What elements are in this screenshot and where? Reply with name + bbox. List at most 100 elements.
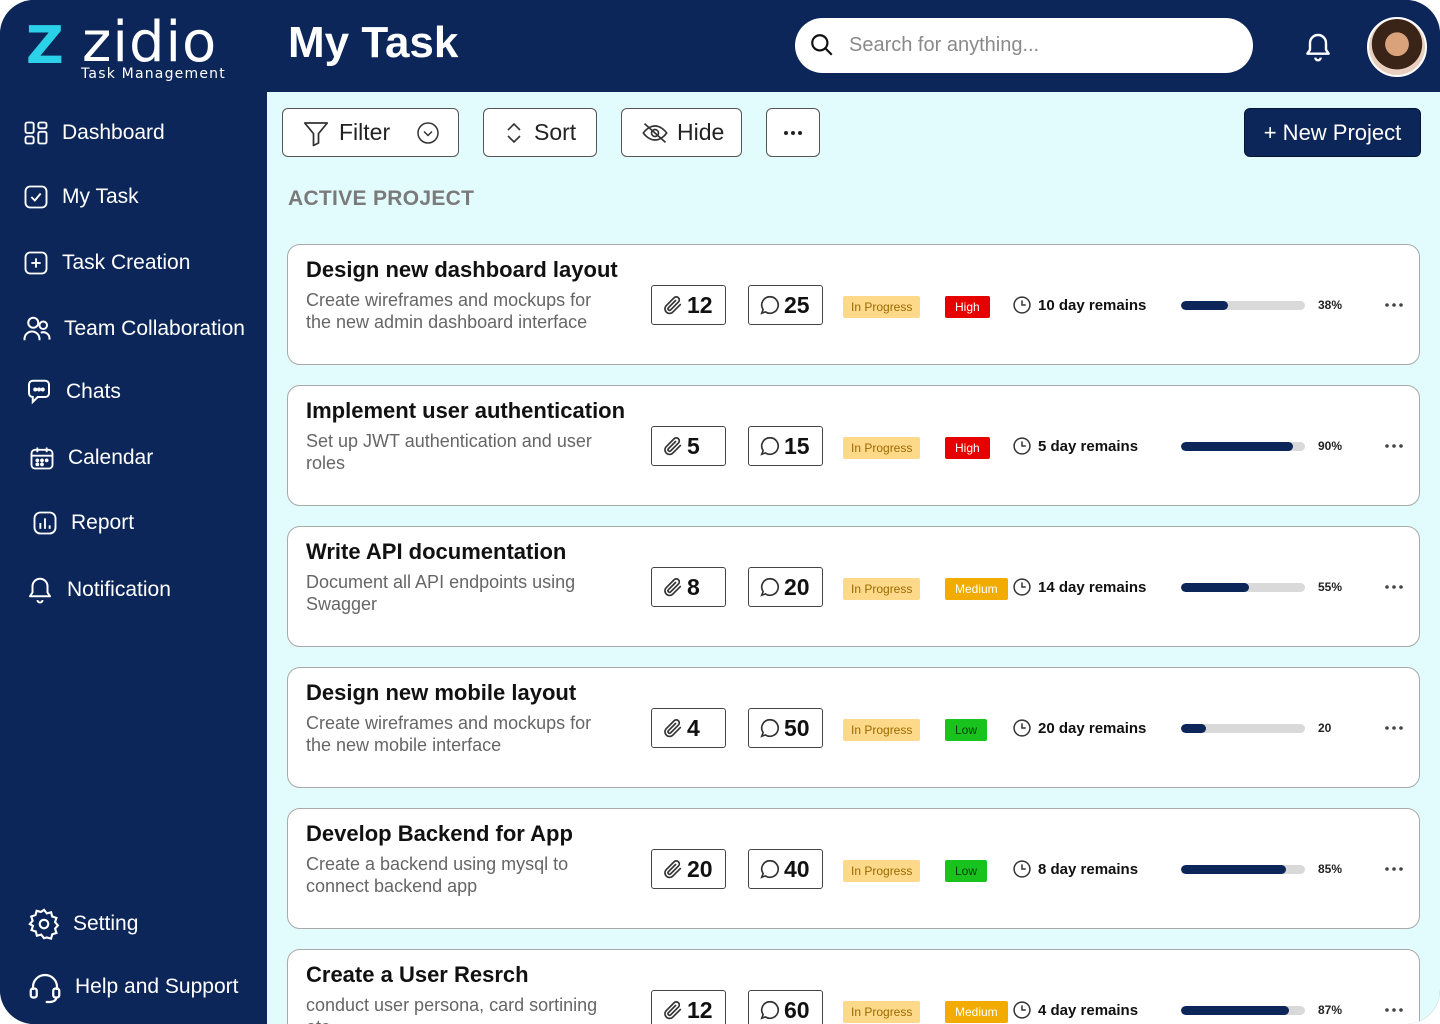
search-input[interactable] [849, 30, 1229, 60]
time-remaining: 8 day remains [1012, 859, 1138, 879]
progress-percent: 87% [1318, 1003, 1343, 1017]
sidebar-item-label: My Task [62, 185, 139, 208]
comment-icon [760, 577, 779, 597]
sidebar-item-report[interactable]: Report [31, 503, 134, 543]
status-badge: In Progress [843, 719, 921, 741]
comments-count[interactable]: 25 [748, 285, 823, 325]
comments-count[interactable]: 20 [748, 567, 823, 607]
progress-bar [1181, 301, 1305, 310]
time-remaining-label: 8 day remains [1038, 860, 1139, 878]
sidebar-item-dashboard[interactable]: Dashboard [22, 113, 165, 153]
calendar-icon [30, 447, 54, 470]
sidebar-item-setting[interactable]: Setting [27, 904, 138, 944]
filter-button[interactable]: Filter [282, 108, 459, 157]
new-project-button[interactable]: + New Project [1244, 108, 1421, 157]
progress-percent: 90% [1318, 439, 1343, 453]
more-horizontal-icon[interactable] [1382, 716, 1406, 740]
paperclip-icon [664, 578, 682, 597]
project-card[interactable]: Create a User Resrch conduct user persona… [287, 949, 1420, 1024]
project-title: Develop Backend for App [306, 821, 573, 846]
project-description: Create wireframes and mockups for the ne… [306, 290, 592, 332]
attachments-count[interactable]: 12 [651, 990, 726, 1024]
project-card[interactable]: Write API documentation Document all API … [287, 526, 1420, 647]
hide-button[interactable]: Hide [621, 108, 742, 157]
attachments-count[interactable]: 5 [651, 426, 726, 466]
more-horizontal-icon[interactable] [1382, 998, 1406, 1022]
priority-badge: Medium [945, 578, 1008, 600]
project-description: Create a backend using mysql to connect … [306, 854, 569, 896]
progress-percent: 85% [1318, 862, 1343, 876]
project-title: Create a User Resrch [306, 962, 529, 987]
top-bar: Z zidio Task Management My Task [0, 0, 1440, 92]
attachments-value: 5 [687, 432, 700, 459]
status-badge: In Progress [843, 578, 921, 600]
sidebar-item-label: Dashboard [62, 121, 165, 144]
sidebar-item-task-creation[interactable]: Task Creation [22, 243, 190, 283]
sidebar-item-calendar[interactable]: Calendar [28, 438, 153, 478]
project-card[interactable]: Develop Backend for App Create a backend … [287, 808, 1420, 929]
brand-logo[interactable]: Z zidio Task Management [24, 10, 244, 88]
main-content: Filter Sort Hide + New Project ACTIVE PR… [267, 92, 1440, 1024]
sort-icon [507, 122, 521, 143]
funnel-icon [303, 121, 329, 146]
progress-fill [1181, 865, 1287, 874]
attachments-value: 4 [687, 714, 700, 741]
search-bar[interactable] [795, 18, 1253, 73]
comments-count[interactable]: 15 [748, 426, 823, 466]
sidebar-item-chats[interactable]: Chats [24, 372, 121, 412]
sidebar-item-team-collaboration[interactable]: Team Collaboration [22, 309, 245, 349]
clock-icon [1013, 437, 1031, 455]
sidebar-item-help-and-support[interactable]: Help and Support [27, 967, 238, 1007]
project-description: Set up JWT authentication and user roles [306, 431, 592, 473]
user-avatar[interactable] [1367, 17, 1427, 77]
progress-percent: 20 [1318, 721, 1332, 735]
section-title: ACTIVE PROJECT [288, 187, 475, 210]
sidebar-item-label: Notification [67, 578, 171, 601]
notification-bell-icon[interactable] [1302, 30, 1334, 64]
clock-icon [1013, 1001, 1031, 1019]
clock-icon [1013, 860, 1031, 878]
sidebar-item-my-task[interactable]: My Task [22, 177, 139, 217]
more-horizontal-icon[interactable] [1382, 293, 1406, 317]
page-title: My Task [288, 18, 459, 67]
attachments-count[interactable]: 12 [651, 285, 726, 325]
attachments-value: 12 [687, 291, 713, 318]
logo-mark: Z [26, 16, 64, 76]
comments-count[interactable]: 40 [748, 849, 823, 889]
project-description: conduct user persona, card sortining etc [306, 995, 598, 1024]
paperclip-icon [664, 1001, 682, 1020]
comments-count[interactable]: 60 [748, 990, 823, 1024]
comments-value: 20 [784, 573, 810, 600]
priority-badge: Low [945, 719, 988, 741]
progress-percent: 55% [1318, 580, 1343, 594]
time-remaining: 4 day remains [1012, 1000, 1138, 1020]
hide-label: Hide [677, 119, 725, 145]
time-remaining-label: 20 day remains [1038, 719, 1147, 737]
more-horizontal-icon[interactable] [1382, 857, 1406, 881]
progress-fill [1181, 724, 1206, 733]
project-card[interactable]: Implement user authentication Set up JWT … [287, 385, 1420, 506]
sort-button[interactable]: Sort [483, 108, 597, 157]
attachments-count[interactable]: 20 [651, 849, 726, 889]
sidebar-item-notification[interactable]: Notification [25, 570, 171, 610]
progress-bar [1181, 724, 1305, 733]
project-card[interactable]: Design new dashboard layout Create wirefr… [287, 244, 1420, 365]
more-horizontal-icon[interactable] [1382, 575, 1406, 599]
comment-icon [760, 718, 779, 738]
more-options-button[interactable] [766, 108, 820, 157]
gear-icon [28, 908, 60, 940]
attachments-count[interactable]: 4 [651, 708, 726, 748]
progress-percent: 38% [1318, 298, 1343, 312]
filter-label: Filter [339, 119, 391, 145]
project-title: Implement user authentication [306, 398, 626, 423]
comments-count[interactable]: 50 [748, 708, 823, 748]
project-title: Design new dashboard layout [306, 257, 618, 282]
attachments-count[interactable]: 8 [651, 567, 726, 607]
project-description: Create wireframes and mockups for the ne… [306, 713, 592, 755]
chat-icon [28, 379, 50, 405]
comment-icon [760, 1000, 779, 1020]
time-remaining-label: 4 day remains [1038, 1001, 1139, 1019]
project-card[interactable]: Design new mobile layout Create wireframe… [287, 667, 1420, 788]
headset-icon [29, 973, 61, 1004]
more-horizontal-icon[interactable] [1382, 434, 1406, 458]
